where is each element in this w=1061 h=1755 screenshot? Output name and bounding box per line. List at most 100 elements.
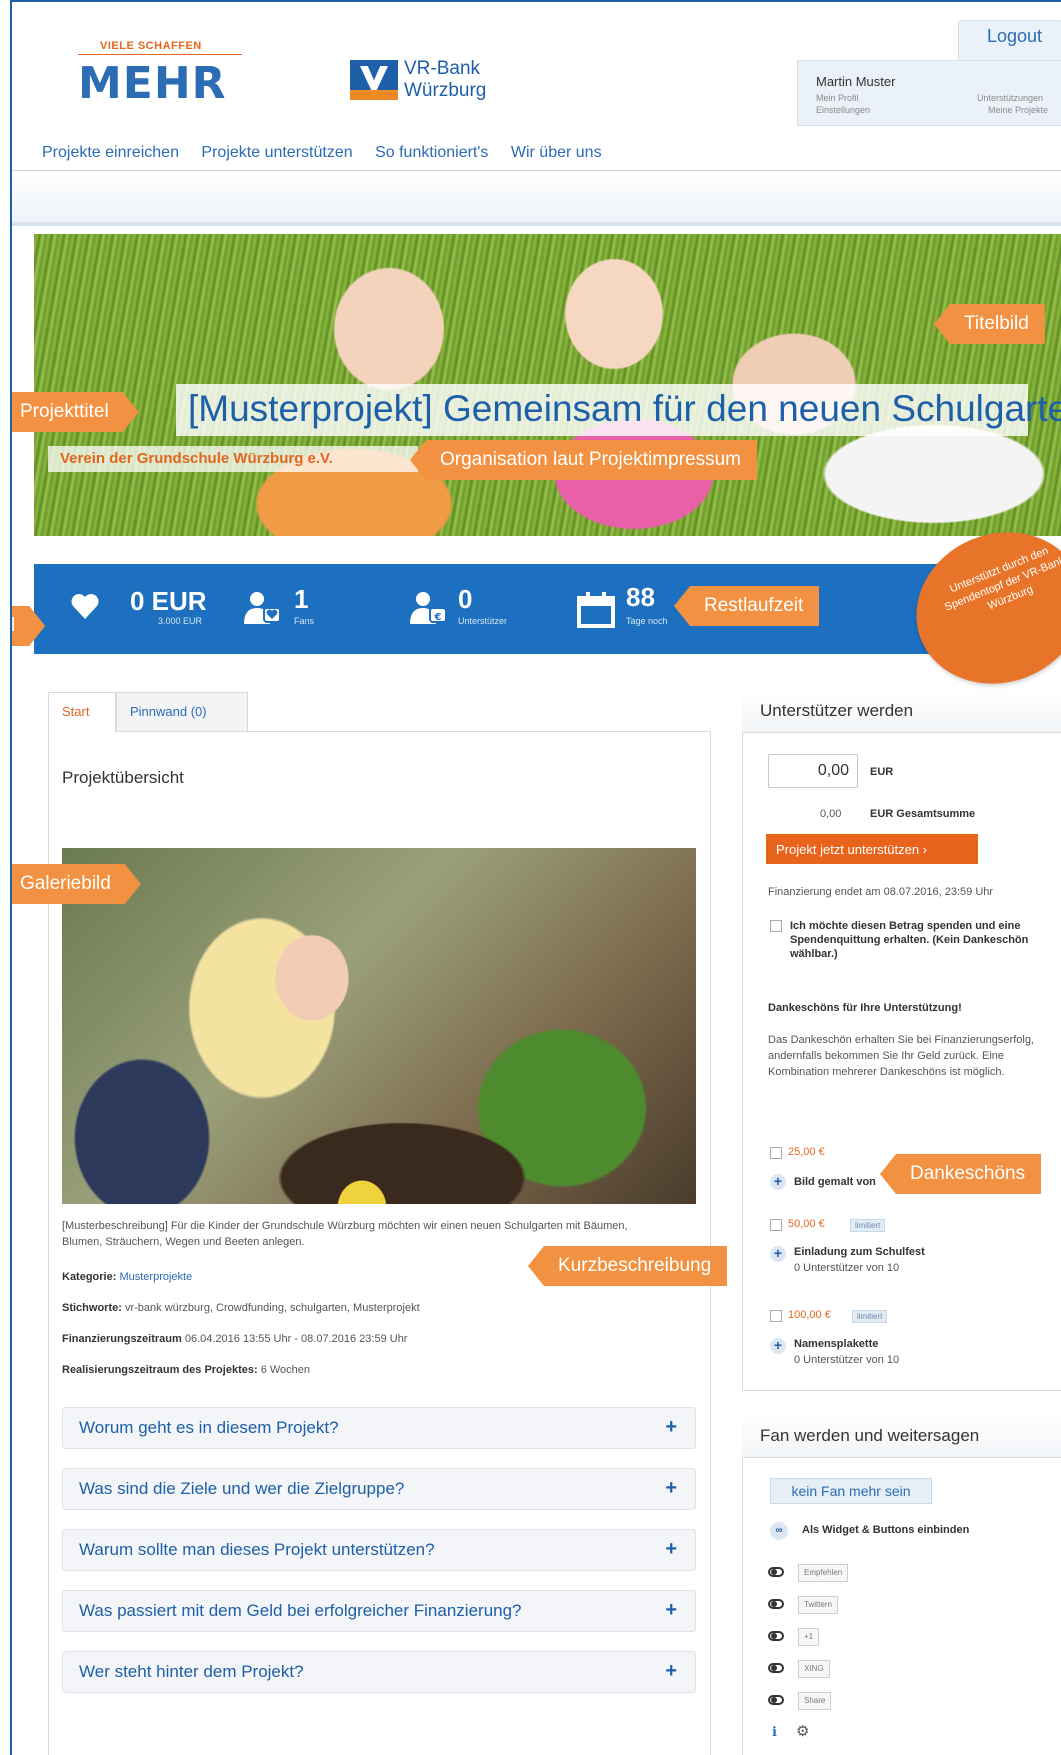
- faq-item[interactable]: Warum sollte man dieses Projekt unterstü…: [62, 1529, 696, 1571]
- googleplus-share-button[interactable]: +1: [798, 1628, 820, 1646]
- main-nav: Projekte einreichen Projekte unterstütze…: [42, 144, 620, 162]
- user-name[interactable]: Martin Muster: [816, 74, 895, 89]
- fans-label: Fans: [294, 616, 315, 626]
- plus-icon: +: [665, 1538, 677, 1560]
- supports-link[interactable]: Unterstützungen: [977, 93, 1043, 103]
- twitter-share-button[interactable]: Twittern: [798, 1596, 839, 1614]
- tab-pinnwand-label[interactable]: Pinnwand (0): [130, 704, 207, 719]
- tier-name: Bild gemalt von: [794, 1176, 876, 1188]
- tier-count: 0 Unterstützer von 10: [794, 1354, 900, 1366]
- expand-plus-icon[interactable]: +: [770, 1174, 786, 1190]
- nav-item-support[interactable]: Projekte unterstützen: [201, 144, 352, 161]
- toggle-icon[interactable]: [768, 1567, 784, 1577]
- svg-text:€: €: [434, 612, 442, 623]
- widget-link[interactable]: Als Widget & Buttons einbinden: [802, 1524, 969, 1536]
- browser-frame: VIELE SCHAFFEN MEHR VR-Bank Würzburg Log…: [10, 0, 1061, 1755]
- thanks-text: Das Dankeschön erhalten Sie bei Finanzie…: [768, 1034, 1034, 1078]
- supporters-icon: €: [410, 592, 446, 624]
- tier-price: 100,00 €: [788, 1309, 831, 1321]
- nav-divider: [12, 170, 1061, 171]
- nav-item-about[interactable]: Wir über uns: [511, 144, 602, 161]
- tier-checkbox[interactable]: [770, 1310, 782, 1322]
- toggle-icon[interactable]: [768, 1599, 784, 1609]
- projects-link[interactable]: Meine Projekte: [988, 105, 1048, 115]
- faq-item[interactable]: Worum geht es in diesem Projekt? +: [62, 1407, 696, 1449]
- expand-plus-icon[interactable]: +: [770, 1246, 786, 1262]
- project-title: [Musterprojekt] Gemeinsam für den neuen …: [188, 388, 1061, 429]
- limited-badge: limitiert: [852, 1310, 888, 1323]
- xing-share-button[interactable]: XING: [798, 1660, 830, 1678]
- total-value: 0,00: [820, 808, 842, 820]
- short-description: [Musterbeschreibung] Für die Kinder der …: [62, 1220, 628, 1248]
- plus-icon: +: [665, 1660, 677, 1682]
- logo-mehr[interactable]: MEHR: [78, 58, 227, 109]
- limited-badge: limitiert: [850, 1219, 886, 1232]
- currency-label: EUR: [870, 766, 894, 778]
- funding-value: 0 EUR: [130, 586, 207, 616]
- fans-value: 1: [294, 584, 309, 614]
- nav-item-how[interactable]: So funktioniert's: [375, 144, 488, 161]
- toggle-icon[interactable]: [768, 1631, 784, 1641]
- gear-icon[interactable]: ⚙: [796, 1722, 809, 1740]
- vr-bank-logo-icon: [350, 60, 398, 100]
- days-label: Tage noch: [626, 616, 668, 626]
- profile-link[interactable]: Mein Profil: [816, 93, 859, 103]
- logo-tagline: VIELE SCHAFFEN: [100, 40, 202, 52]
- toggle-icon[interactable]: [768, 1695, 784, 1705]
- plus-icon: +: [665, 1416, 677, 1438]
- category-link[interactable]: Musterprojekte: [119, 1271, 192, 1283]
- logout-button[interactable]: Logout: [987, 26, 1042, 47]
- funding-goal: 3.000 EUR: [158, 616, 203, 626]
- sub-header-band: [12, 174, 1061, 226]
- callout-organisation: Organisation laut Projektimpressum: [410, 440, 757, 480]
- section-title: Projektübersicht: [62, 768, 184, 787]
- callout-restlaufzeit: Restlaufzeit: [674, 586, 820, 626]
- donation-checkbox-label: Ich möchte diesen Betrag spenden und ein…: [790, 920, 1029, 960]
- amount-input[interactable]: [768, 754, 858, 788]
- callout-projekttitel: Projekttitel: [10, 392, 139, 432]
- calendar-icon: [577, 592, 615, 628]
- thanks-title: Dankeschöns für Ihre Unterstützung!: [768, 1002, 962, 1014]
- callout-galeriebild: Galeriebild: [10, 864, 141, 904]
- plus-icon: +: [665, 1477, 677, 1499]
- heart-icon: [71, 594, 99, 619]
- settings-link[interactable]: Einstellungen: [816, 105, 870, 115]
- callout-kurzbeschreibung: Kurzbeschreibung: [528, 1246, 728, 1286]
- tier-checkbox[interactable]: [770, 1147, 782, 1159]
- linkedin-share-button[interactable]: Share: [798, 1692, 832, 1710]
- fan-box: [742, 1414, 1061, 1755]
- support-box-title: Unterstützer werden: [760, 701, 914, 720]
- days-value: 88: [626, 582, 655, 612]
- facebook-share-button[interactable]: Empfehlen: [798, 1564, 849, 1582]
- category-row: Kategorie: Musterprojekte: [62, 1271, 193, 1283]
- logo-divider: [78, 54, 242, 55]
- project-organization[interactable]: Verein der Grundschule Würzburg e.V.: [60, 450, 333, 467]
- support-button[interactable]: Projekt jetzt unterstützen ›: [766, 834, 978, 864]
- fan-box-title: Fan werden und weitersagen: [760, 1426, 980, 1445]
- tab-start-label[interactable]: Start: [62, 704, 89, 719]
- callout-dankeschoens: Dankeschöns: [880, 1154, 1042, 1194]
- supporters-value: 0: [458, 584, 473, 614]
- faq-item[interactable]: Was passiert mit dem Geld bei erfolgreic…: [62, 1590, 696, 1632]
- gallery-image[interactable]: [62, 848, 696, 1204]
- toggle-icon[interactable]: [768, 1663, 784, 1673]
- fans-icon: [244, 592, 280, 624]
- tier-price: 25,00 €: [788, 1146, 825, 1158]
- tier-checkbox[interactable]: [770, 1219, 782, 1231]
- tier-count: 0 Unterstützer von 10: [794, 1262, 900, 1274]
- realization-row: Realisierungszeitraum des Projektes: 6 W…: [62, 1364, 311, 1376]
- faq-item[interactable]: Wer steht hinter dem Projekt? +: [62, 1651, 696, 1693]
- callout-titelbild: Titelbild: [934, 304, 1045, 344]
- bank-name: VR-Bank Würzburg: [404, 58, 487, 101]
- faq-item[interactable]: Was sind die Ziele und wer die Zielgrupp…: [62, 1468, 696, 1510]
- donation-checkbox[interactable]: [770, 920, 782, 932]
- funding-end: Finanzierung endet am 08.07.2016, 23:59 …: [768, 886, 994, 898]
- supporters-label: Unterstützer: [458, 616, 508, 626]
- link-icon[interactable]: ∞: [770, 1522, 788, 1540]
- nav-item-submit[interactable]: Projekte einreichen: [42, 144, 179, 161]
- expand-plus-icon[interactable]: +: [770, 1338, 786, 1354]
- info-icon[interactable]: ℹ: [772, 1724, 777, 1740]
- tier-price: 50,00 €: [788, 1218, 825, 1230]
- unfan-button[interactable]: kein Fan mehr sein: [770, 1478, 932, 1504]
- keywords-row: Stichworte: vr-bank würzburg, Crowdfundi…: [62, 1302, 420, 1314]
